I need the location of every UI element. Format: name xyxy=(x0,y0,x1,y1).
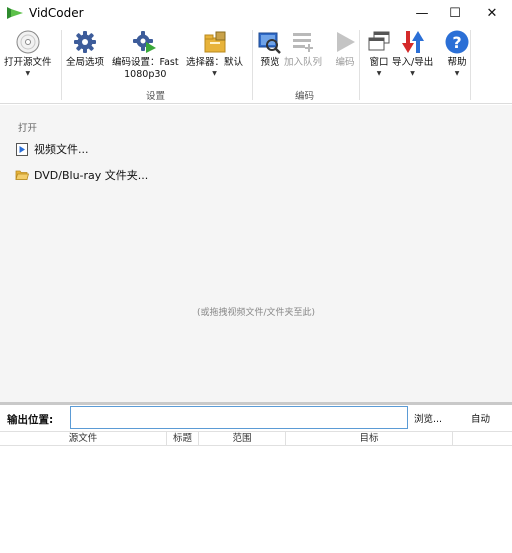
open-disc-folder-label: DVD/Blu-ray 文件夹... xyxy=(34,169,149,182)
preview-icon xyxy=(256,28,284,56)
ribbon-toolbar: 打开源文件 ▼ 全局选项 编码设置：Fast 1080p30 选择器：默认 ▼ … xyxy=(0,26,512,104)
encode-settings-label: 编码设置：Fast xyxy=(112,57,179,68)
gear-icon xyxy=(71,28,99,56)
output-path-input[interactable] xyxy=(70,406,408,429)
queue-table-header: 源文件 标题 范围 目标 xyxy=(0,431,512,446)
browse-button[interactable]: 浏览... xyxy=(414,411,442,425)
folder-open-icon xyxy=(15,168,29,182)
chevron-down-icon: ▼ xyxy=(410,70,415,77)
svg-text:?: ? xyxy=(452,33,461,52)
window-title: VidCoder xyxy=(29,6,84,20)
maximize-button[interactable]: ☐ xyxy=(437,0,473,26)
encode-settings-preset: 1080p30 xyxy=(124,69,167,80)
picker-button[interactable]: 选择器：默认 ▼ xyxy=(186,28,243,79)
windows-icon xyxy=(365,28,393,56)
column-header-title[interactable]: 标题 xyxy=(167,432,199,446)
help-label: 帮助 xyxy=(447,57,467,68)
open-video-file-label: 视频文件... xyxy=(34,143,89,156)
encode-group-label: 编码 xyxy=(295,91,315,102)
ribbon-separator xyxy=(61,30,62,100)
encode-settings-button[interactable]: 编码设置：Fast 1080p30 xyxy=(112,28,179,81)
global-options-label: 全局选项 xyxy=(66,57,105,68)
encode-label: 编码 xyxy=(335,57,355,68)
chevron-down-icon: ▼ xyxy=(25,70,31,77)
close-button[interactable]: ✕ xyxy=(474,0,510,26)
open-disc-folder-link[interactable]: DVD/Blu-ray 文件夹... xyxy=(15,167,148,183)
queue-list[interactable] xyxy=(0,446,512,553)
chevron-down-icon: ▼ xyxy=(454,70,460,77)
import-export-label: 导入/导出 xyxy=(392,57,434,68)
video-file-icon xyxy=(15,142,29,156)
add-to-queue-button[interactable]: 加入队列 xyxy=(284,28,322,69)
import-export-button[interactable]: 导入/导出 ▼ xyxy=(392,28,433,79)
open-source-button[interactable]: 打开源文件 ▼ xyxy=(4,28,52,79)
add-to-queue-label: 加入队列 xyxy=(284,57,323,68)
auto-button[interactable]: 自动 xyxy=(471,411,490,425)
source-open-area[interactable]: 打开 视频文件... DVD/Blu-ray 文件夹... (或拖拽视频文件/文… xyxy=(0,105,512,402)
window-menu-label: 窗口 xyxy=(369,57,389,68)
preview-button[interactable]: 预览 xyxy=(256,28,284,69)
column-header-range[interactable]: 范围 xyxy=(199,432,286,446)
chevron-down-icon: ▼ xyxy=(376,70,382,77)
open-heading: 打开 xyxy=(18,123,38,134)
column-header-target[interactable]: 目标 xyxy=(286,432,453,446)
output-bar: 输出位置: 浏览... 自动 xyxy=(0,405,512,431)
ribbon-separator xyxy=(359,30,360,100)
ribbon-separator xyxy=(252,30,253,100)
drop-hint-text: (或拖拽视频文件/文件夹至此) xyxy=(196,308,316,318)
global-options-button[interactable]: 全局选项 xyxy=(66,28,104,69)
play-icon xyxy=(331,28,359,56)
help-button[interactable]: ? 帮助 ▼ xyxy=(443,28,471,79)
open-source-label: 打开源文件 xyxy=(4,57,52,68)
minimize-button[interactable]: — xyxy=(404,0,440,26)
open-video-file-link[interactable]: 视频文件... xyxy=(15,141,89,157)
picker-label: 选择器：默认 xyxy=(186,57,244,68)
vidcoder-logo-icon xyxy=(6,6,24,20)
output-location-label: 输出位置: xyxy=(7,414,54,426)
chevron-down-icon: ▼ xyxy=(212,70,217,77)
disc-icon xyxy=(14,28,42,56)
help-icon: ? xyxy=(443,28,471,56)
ribbon-separator xyxy=(470,30,471,100)
import-export-icon xyxy=(399,28,427,56)
window-menu-button[interactable]: 窗口 ▼ xyxy=(365,28,393,79)
preview-label: 预览 xyxy=(260,57,280,68)
column-header-source[interactable]: 源文件 xyxy=(0,432,167,446)
settings-group-label: 设置 xyxy=(146,91,166,102)
gear-play-icon xyxy=(131,28,159,56)
title-bar: VidCoder — ☐ ✕ xyxy=(0,0,512,26)
folder-picker-icon xyxy=(201,28,229,56)
encode-button[interactable]: 编码 xyxy=(331,28,359,69)
queue-add-icon xyxy=(289,28,317,56)
